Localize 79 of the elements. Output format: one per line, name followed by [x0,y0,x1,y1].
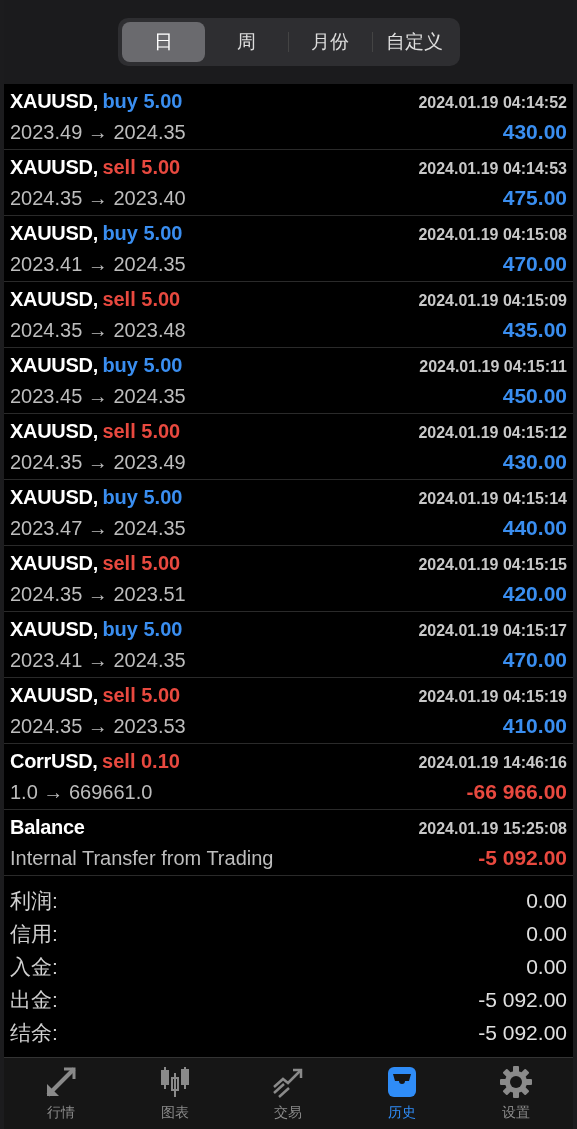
deal-time: 2024.01.19 04:15:15 [418,554,567,575]
deal-time: 2024.01.19 04:15:09 [418,290,567,311]
deal-time: 2024.01.19 04:15:17 [418,620,567,641]
deal-profit: 450.00 [502,382,567,409]
deal-detail: 2024.35 → 2023.40 [10,185,186,211]
nav-tab[interactable]: 设置 [459,1058,573,1129]
deal-profit: -66 966.00 [466,778,567,805]
summary-label: 结余: [10,1019,58,1046]
deal-detail: 2024.35 → 2023.51 [10,581,186,607]
deal-profit: 420.00 [502,580,567,607]
deal-symbol: XAUUSD, [10,551,98,574]
deal-detail: 2024.35 → 2023.53 [10,713,186,739]
deal-detail: 2024.35 → 2023.49 [10,449,186,475]
nav-tab[interactable]: 行情 [4,1058,118,1129]
deal-symbol: Balance [10,815,85,838]
deal-symbol: XAUUSD, [10,353,98,376]
deal-time: 2024.01.19 04:15:11 [419,356,567,377]
summary-value: -5 092.00 [478,986,567,1013]
deal-detail: 1.0 → 669661.0 [10,779,153,805]
summary-value: -5 092.00 [478,1019,567,1046]
deal-symbol: XAUUSD, [10,89,98,112]
deal-detail: 2023.41 → 2024.35 [10,647,186,673]
deal-detail: Internal Transfer from Trading [10,845,274,871]
deal-time: 2024.01.19 04:15:12 [418,422,567,443]
deal-action: buy 5.00 [102,485,183,508]
deal-time: 2024.01.19 04:14:52 [418,92,567,113]
deal-time: 2024.01.19 15:25:08 [418,818,567,839]
deal-symbol: XAUUSD, [10,419,98,442]
nav-tab[interactable]: 历史 [345,1058,460,1129]
summary-label: 入金: [10,953,58,980]
summary-label: 信用: [10,920,58,947]
deal-symbol: XAUUSD, [10,617,98,640]
deal-profit: 410.00 [502,712,567,739]
deal-action: sell 0.10 [102,749,180,772]
deal-profit: 475.00 [502,184,567,211]
deal-detail: 2023.47 → 2024.35 [10,515,186,541]
summary-label: 出金: [10,986,58,1013]
deal-symbol: XAUUSD, [10,485,98,508]
deal-detail: 2024.35 → 2023.48 [10,317,186,343]
deal-symbol: XAUUSD, [10,155,98,178]
deal-action: sell 5.00 [102,419,181,442]
deal-profit: 470.00 [502,646,567,673]
summary-value: 0.00 [526,887,567,914]
deal-detail: 2023.45 → 2024.35 [10,383,186,409]
deal-action: buy 5.00 [102,617,183,640]
settings-icon [499,1064,534,1099]
nav-tab[interactable]: 图表 [117,1058,232,1129]
deal-profit: -5 092.00 [478,844,567,871]
deal-symbol: XAUUSD, [10,287,98,310]
period-tab[interactable]: 日 [121,22,205,62]
deal-action: sell 5.00 [102,551,181,574]
deal-action: sell 5.00 [102,155,181,178]
deal-action: buy 5.00 [102,353,183,376]
deal-time: 2024.01.19 04:15:19 [418,686,567,707]
period-tab[interactable]: 自定义 [372,22,456,62]
deal-action: sell 5.00 [102,287,181,310]
deal-time: 2024.01.19 04:14:53 [418,158,567,179]
deal-symbol: CorrUSD, [10,749,98,772]
deal-profit: 430.00 [502,118,567,145]
deal-profit: 440.00 [502,514,567,541]
deal-profit: 435.00 [502,316,567,343]
deal-detail: 2023.49 → 2024.35 [10,119,186,145]
summary-label: 利润: [10,887,58,914]
deal-action: buy 5.00 [102,221,183,244]
deal-detail: 2023.41 → 2024.35 [10,251,186,277]
summary-value: 0.00 [526,920,567,947]
summary-value: 0.00 [526,953,567,980]
period-tab[interactable]: 周 [204,22,288,62]
deal-time: 2024.01.19 04:15:08 [418,224,567,245]
period-tab[interactable]: 月份 [288,22,372,62]
deal-profit: 430.00 [502,448,567,475]
deal-time: 2024.01.19 14:46:16 [418,752,567,773]
nav-tab[interactable]: 交易 [231,1058,346,1129]
deal-symbol: XAUUSD, [10,683,98,706]
deal-action: sell 5.00 [102,683,181,706]
deal-symbol: XAUUSD, [10,221,98,244]
deal-profit: 470.00 [502,250,567,277]
deal-action: buy 5.00 [102,89,183,112]
deal-time: 2024.01.19 04:15:14 [418,488,567,509]
